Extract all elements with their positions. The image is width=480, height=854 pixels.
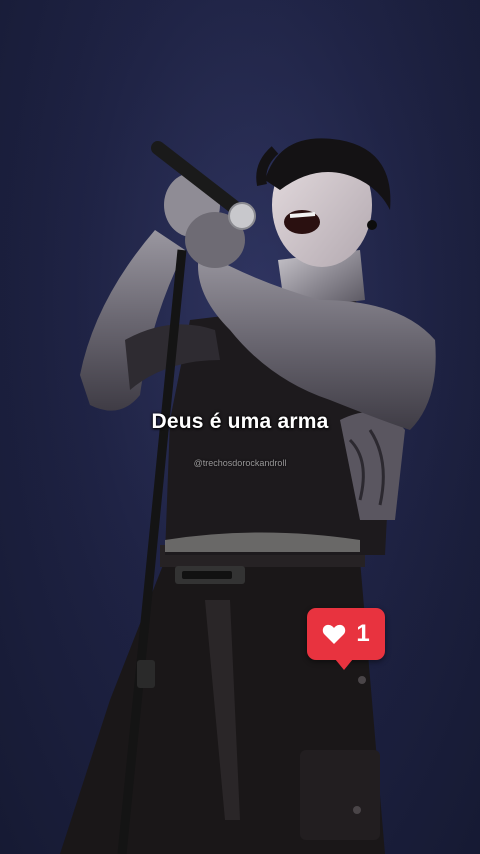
badge-pointer bbox=[335, 659, 353, 670]
like-notification-badge: 1 bbox=[307, 608, 385, 670]
lyric-caption: Deus é uma arma bbox=[151, 410, 329, 433]
heart-icon bbox=[323, 624, 346, 644]
like-count: 1 bbox=[356, 620, 370, 647]
watermark-handle: @trechosdorockandroll bbox=[193, 458, 287, 468]
video-frame: Deus é uma arma @trechosdorockandroll 1 bbox=[0, 0, 480, 854]
